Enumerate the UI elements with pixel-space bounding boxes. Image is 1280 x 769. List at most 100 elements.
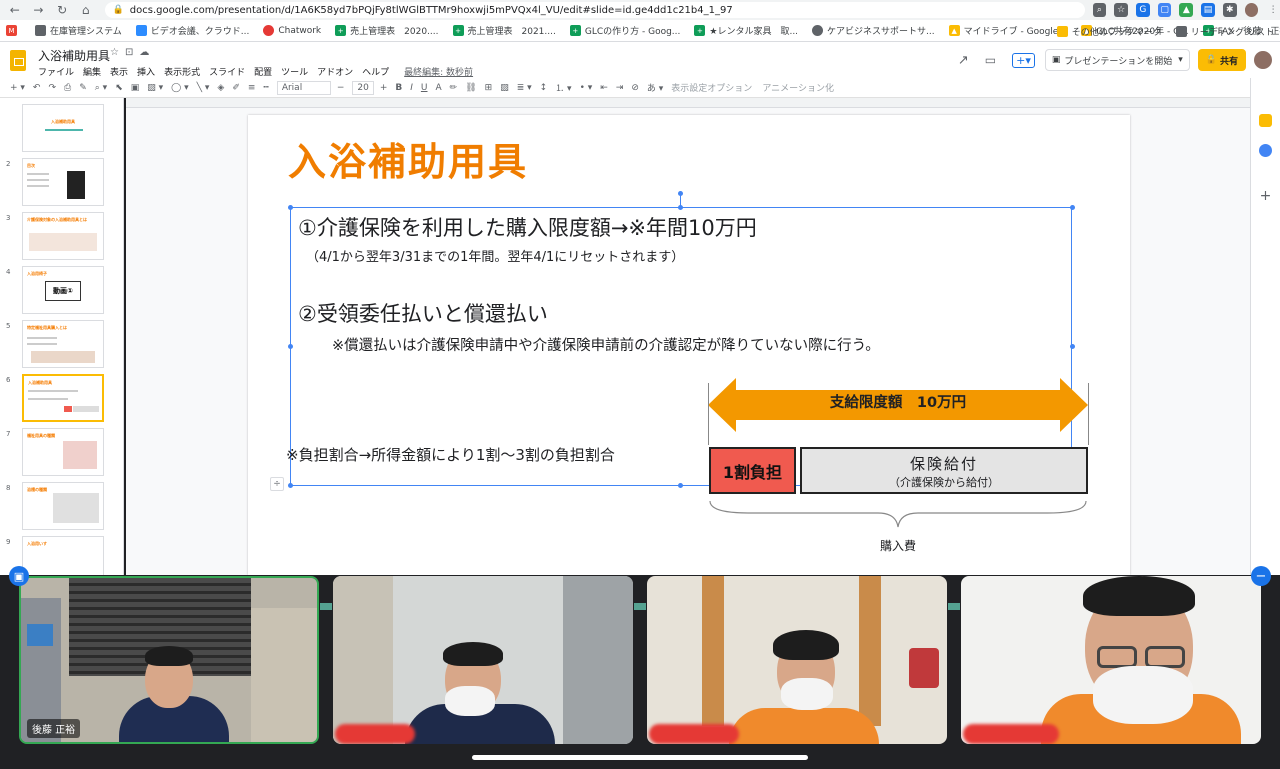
slide-thumbnail[interactable]: 3 介護保険対象の入浴補助用具とは [6,212,120,264]
bookmark-item[interactable]: + 売上管理表 2021.... [452,24,556,37]
autofit-icon[interactable]: ÷ [270,477,284,491]
resize-handle[interactable] [678,483,683,488]
border-dash-icon[interactable]: ┅ [263,83,268,93]
indent-decrease-icon[interactable]: ⇤ [600,83,608,93]
align-icon[interactable]: ≣ ▾ [517,83,532,93]
bookmark-item[interactable]: + ★レンタル家具 取... [694,24,798,37]
bookmark-item[interactable]: + 売上管理表 2020.... [335,24,439,37]
slide-thumbnail[interactable]: 5 特定福祉用具購入とは [6,320,120,372]
participant-tile[interactable] [961,576,1261,744]
bold-icon[interactable]: B [395,83,402,93]
slide-thumbnail[interactable]: 4 入浴用椅子 動画① [6,266,120,318]
bookmark-item[interactable]: + GLCの作り方 - Goog... [569,24,680,37]
extension-icon[interactable]: ▤ [1201,3,1215,17]
participant-tile[interactable] [647,576,947,744]
bulleted-list-icon[interactable]: • ▾ [580,83,593,93]
image-icon[interactable]: ▨ ▾ [147,83,163,93]
slide-thumbnail[interactable]: 2 目次 [6,158,120,210]
line-spacing-icon[interactable]: ↕ [540,83,548,93]
border-color-icon[interactable]: ✐ [232,83,240,93]
font-size-input[interactable]: 20 [352,80,374,95]
resize-handle[interactable] [288,483,293,488]
present-button[interactable]: ▣ プレゼンテーションを開始 ▾ [1044,49,1190,71]
bookmark-item[interactable]: Chatwork [263,25,321,36]
bookmark-item[interactable]: ビデオ会議、クラウド... [135,24,249,37]
underline-icon[interactable]: U [421,83,428,93]
menu-view[interactable]: 表示 [110,65,128,78]
bookmark-other[interactable]: その他のブックマーク [1056,25,1162,38]
image-insert-icon[interactable]: ▨ [500,83,509,93]
profile-avatar[interactable] [1244,3,1259,17]
slide-thumbnail[interactable]: 入浴補助用具 [6,104,120,156]
resize-handle[interactable] [288,205,293,210]
extension-icon[interactable]: ▲ [1179,3,1194,17]
slide-thumbnail[interactable]: 7 福祉用具の種類 [6,428,120,480]
cloud-icon[interactable]: ☁ [139,47,155,58]
textbox-icon[interactable]: ▣ [131,83,140,93]
comment-icon[interactable]: ⊞ [485,83,493,93]
format-options-button[interactable]: 表示設定オプション [671,81,752,94]
shape-icon[interactable]: ◯ ▾ [171,83,188,93]
select-icon[interactable]: ⬉ [115,83,123,93]
menu-help[interactable]: ヘルプ [362,65,389,78]
menu-edit[interactable]: 編集 [83,65,101,78]
clear-format-icon[interactable]: ⊘ [631,83,639,93]
resize-handle[interactable] [288,344,293,349]
bookmark-item[interactable]: 在庫管理システム [35,24,122,37]
indent-increase-icon[interactable]: ⇥ [616,83,624,93]
participant-tile[interactable] [333,576,633,744]
slide-thumbnail[interactable]: 8 浴槽の種類 [6,482,120,534]
font-size-plus-icon[interactable]: + [380,83,388,93]
minimize-icon[interactable]: − [1251,566,1271,586]
redo-icon[interactable]: ↷ [48,83,56,93]
new-slide-icon[interactable]: + ▾ [10,83,25,93]
document-title[interactable]: 入浴補助用具 [38,47,110,64]
star-icon[interactable]: ☆ [110,47,125,58]
zoom-icon[interactable]: ⌕ [1092,3,1107,17]
resize-handle[interactable] [1070,205,1075,210]
highlight-icon[interactable]: ✏ [450,83,458,93]
border-weight-icon[interactable]: ≡ [248,83,256,93]
print-icon[interactable]: ⎙ [64,83,71,93]
fill-color-icon[interactable]: ◈ [217,83,224,93]
menu-file[interactable]: ファイル [38,65,74,78]
animate-button[interactable]: アニメーション化 [762,81,834,94]
slide-title[interactable]: 入浴補助用具 [288,131,528,186]
reload-icon[interactable]: ↻ [53,1,71,19]
extension-icon[interactable]: G [1136,3,1150,17]
italic-icon[interactable]: I [410,83,413,93]
slide-filmstrip[interactable]: 入浴補助用具 2 目次 3 介護保険対象の入浴補助用具とは 4 入浴用椅子 動画… [0,98,124,575]
slide-canvas[interactable]: 入浴補助用具 ÷ ①介護保険を利用した購入限度額→※年間10万円 （4/1から翌… [126,108,1250,575]
menu-slide[interactable]: スライド [209,65,245,78]
bookmark-gmail[interactable]: M [6,25,21,36]
insurance-box[interactable]: 保険給付 （介護保険から給付） [800,447,1088,494]
user-avatar[interactable] [1254,51,1272,69]
reading-list[interactable]: リーディング リスト [1175,25,1274,38]
chevron-down-icon[interactable]: ▾ [1178,55,1183,65]
tasks-icon[interactable] [1259,144,1272,157]
brace-shape[interactable] [708,499,1088,529]
move-folder-icon[interactable]: ⊡ [125,47,139,58]
undo-icon[interactable]: ↶ [33,83,41,93]
slide[interactable]: 入浴補助用具 ÷ ①介護保険を利用した購入限度額→※年間10万円 （4/1から翌… [248,115,1130,575]
add-on-icon[interactable]: + [1259,189,1272,203]
menu-format[interactable]: 表示形式 [164,65,200,78]
picture-in-picture-icon[interactable]: ▣ [9,566,29,586]
link-icon[interactable]: ⛓ [465,83,476,93]
meet-icon[interactable]: +▾ [1012,52,1035,68]
font-select[interactable]: Arial [276,80,331,95]
forward-icon[interactable]: → [30,1,48,19]
address-bar[interactable]: 🔒 docs.google.com/presentation/d/1A6K58y… [104,2,1085,18]
slide-thumbnail-selected[interactable]: 6 入浴補助用具 [6,374,120,426]
menu-arrange[interactable]: 配置 [254,65,272,78]
last-edit-link[interactable]: 最終編集: 数秒前 [404,65,473,78]
activity-icon[interactable]: ↗ [958,53,969,68]
slides-logo-icon[interactable] [10,50,26,71]
participant-tile-active[interactable]: 後藤 正裕 [19,576,319,744]
menu-tools[interactable]: ツール [281,65,308,78]
menu-addons[interactable]: アドオン [317,65,353,78]
star-icon[interactable]: ☆ [1114,3,1128,17]
line-icon[interactable]: ╲ ▾ [197,83,210,93]
resize-handle[interactable] [1070,344,1075,349]
copay-box[interactable]: 1割負担 [709,447,796,494]
